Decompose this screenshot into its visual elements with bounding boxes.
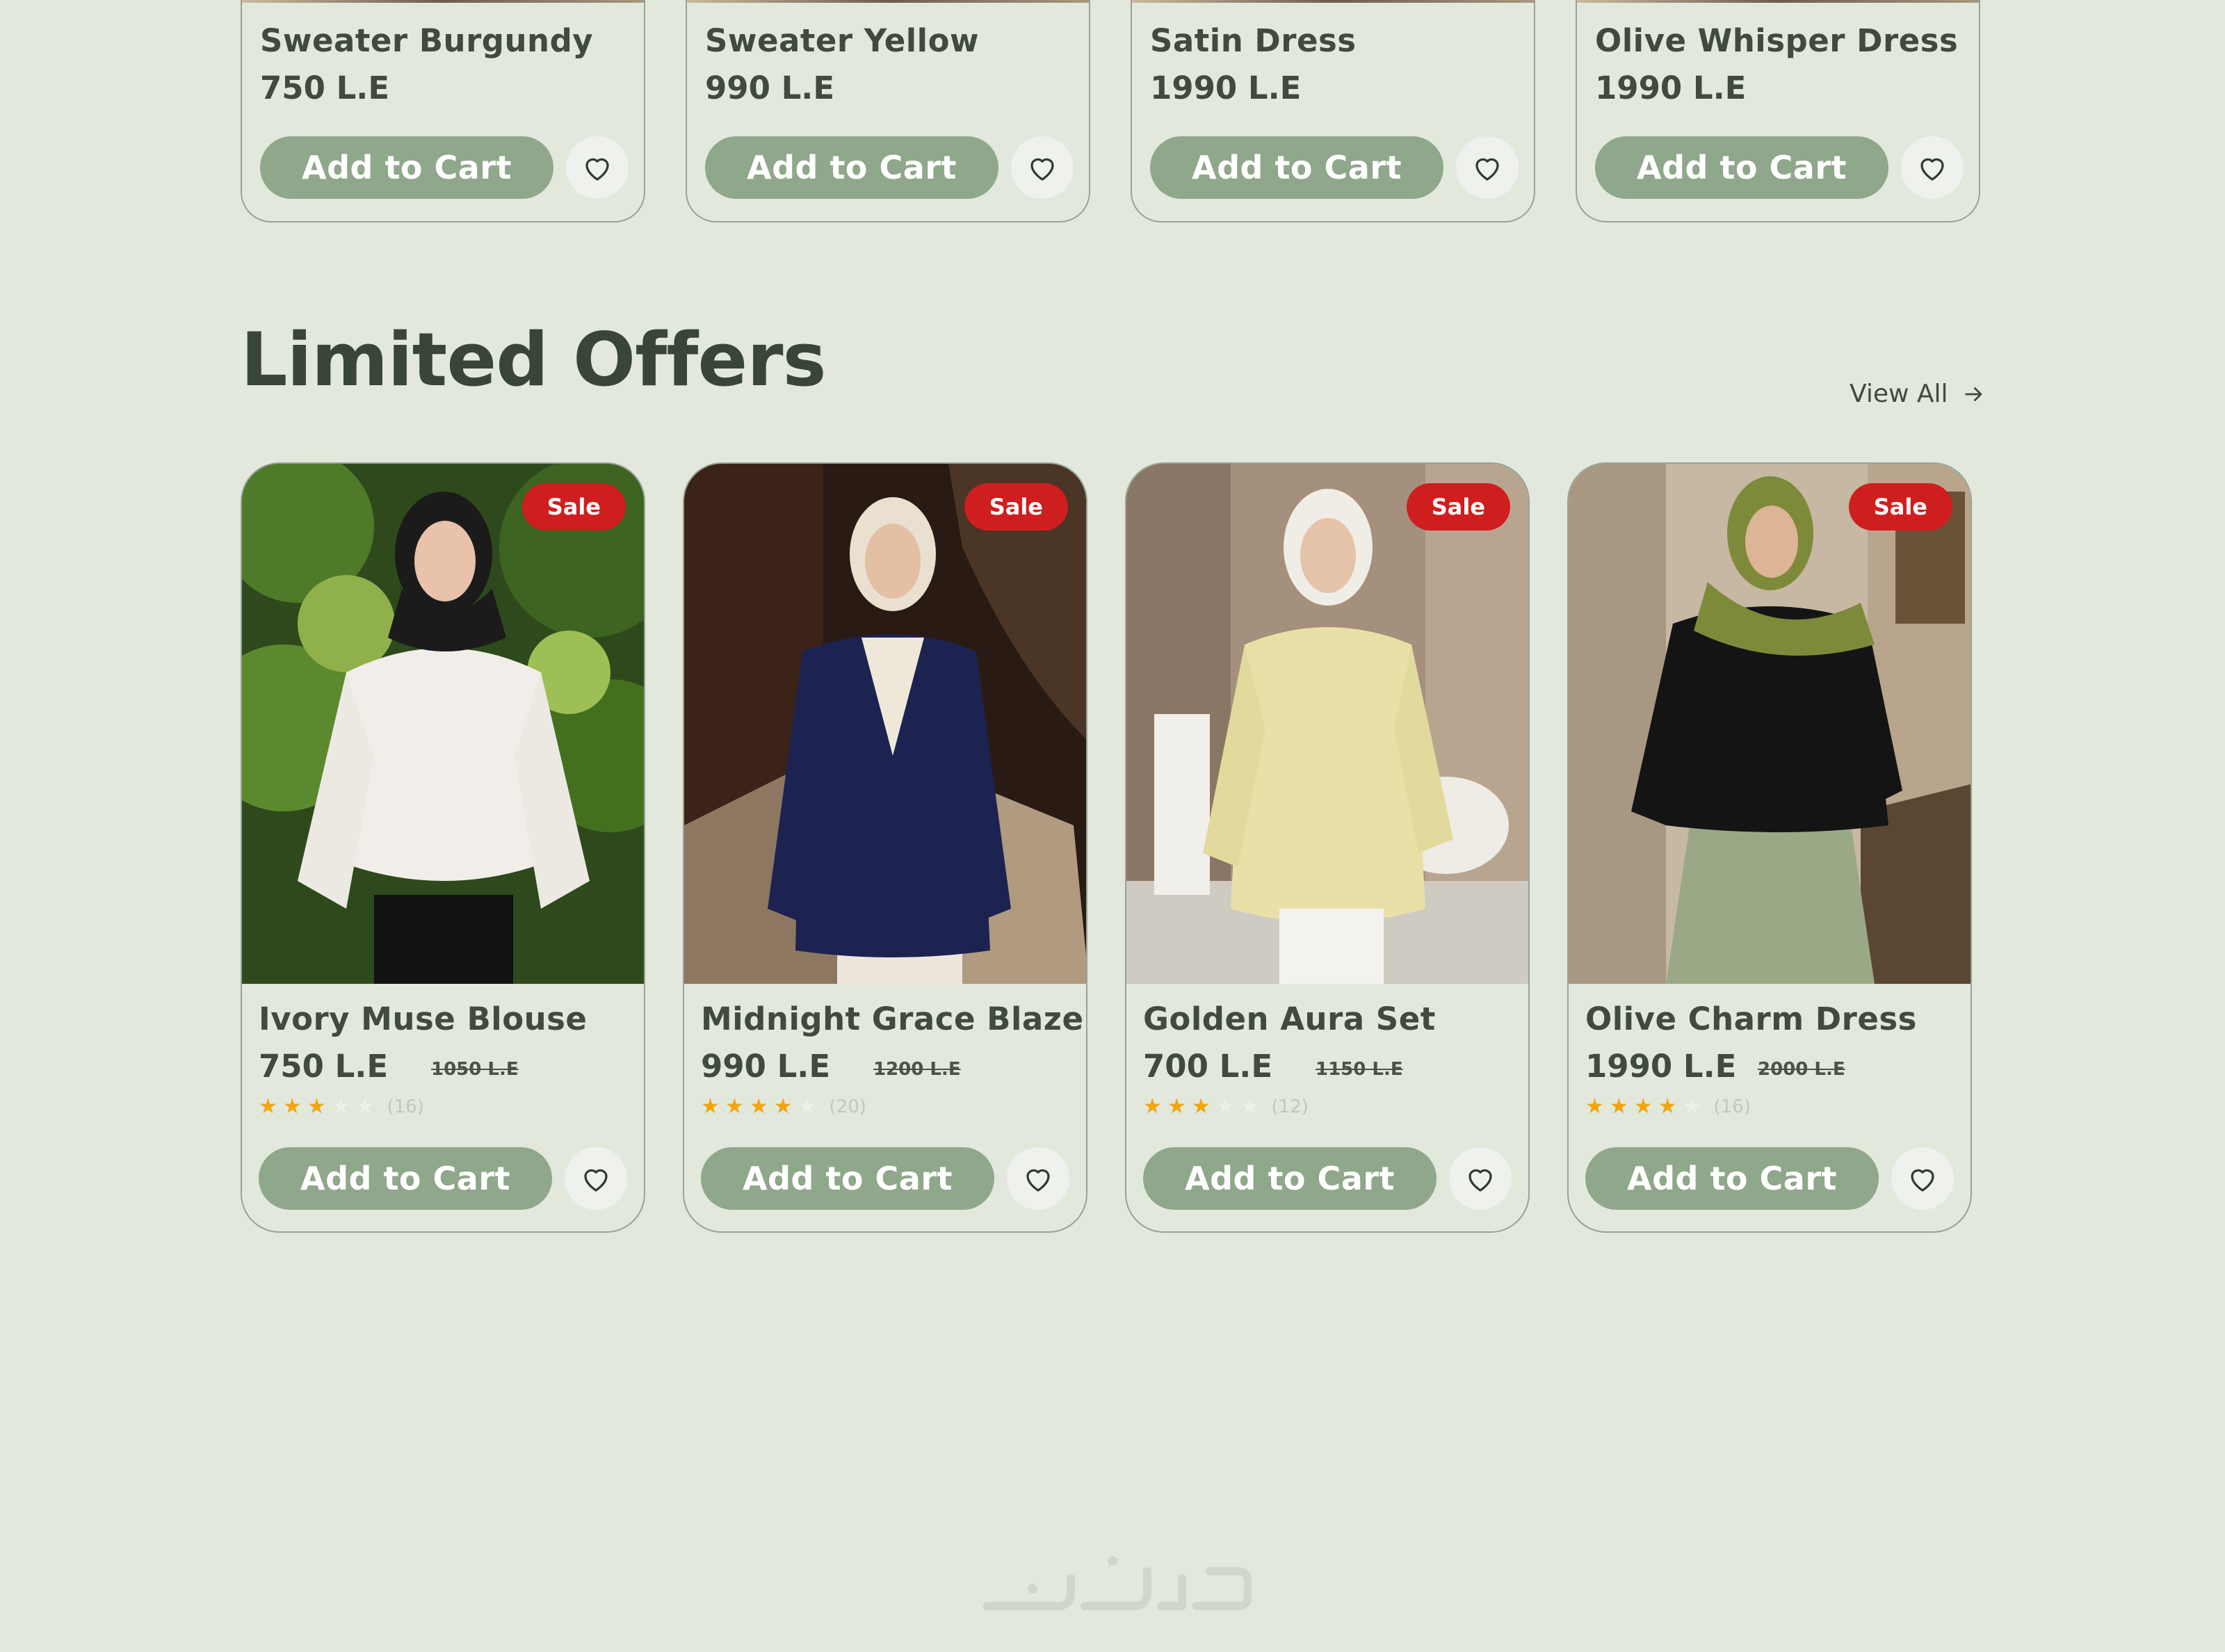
wishlist-button[interactable] (1007, 1147, 1069, 1210)
star-icon: ★ (1215, 1094, 1235, 1119)
product-image[interactable]: Sale (242, 464, 644, 984)
review-count: (16) (387, 1096, 424, 1117)
heart-icon (1475, 158, 1499, 181)
review-count: (20) (829, 1096, 866, 1117)
star-icon: ★ (1143, 1094, 1162, 1119)
add-to-cart-button[interactable]: Add to Cart (701, 1147, 994, 1210)
offer-product-card[interactable]: Sale Midnight Grace Blazer 990 L.E 1200 … (683, 462, 1087, 1233)
heart-icon (1030, 158, 1054, 181)
old-price: 1050 L.E (431, 1059, 519, 1080)
star-icon: ★ (1191, 1094, 1211, 1119)
product-card[interactable]: Olive Whisper Dress 1990 L.E Add to Cart (1576, 0, 1980, 222)
product-image-edge (242, 0, 644, 3)
heart-icon (1920, 158, 1944, 181)
heart-icon (584, 1169, 608, 1192)
product-name: Ivory Muse Blouse (259, 1001, 588, 1037)
add-to-cart-button[interactable]: Add to Cart (1595, 136, 1888, 199)
star-icon: ★ (1682, 1094, 1701, 1119)
offer-product-card[interactable]: Sale Ivory Muse Blouse 750 L.E 1050 L.E … (241, 462, 645, 1233)
product-price: 1990 L.E (1150, 70, 1302, 106)
offer-product-card[interactable]: Sale Olive Charm Dress 1990 L.E 2000 L.E… (1567, 462, 1972, 1233)
view-all-link[interactable]: View All (1850, 380, 1986, 408)
product-image[interactable]: Sale (684, 464, 1086, 984)
sale-badge: Sale (964, 483, 1068, 531)
star-icon: ★ (1633, 1094, 1653, 1119)
wishlist-button[interactable] (1011, 136, 1074, 199)
star-icon: ★ (1585, 1094, 1604, 1119)
product-image[interactable]: Sale (1126, 464, 1528, 984)
add-to-cart-button[interactable]: Add to Cart (1585, 1147, 1879, 1210)
star-icon: ★ (1658, 1094, 1677, 1119)
product-image-edge (1577, 0, 1979, 3)
product-price: 1990 L.E (1585, 1048, 1737, 1085)
star-icon: ★ (1240, 1094, 1259, 1119)
add-to-cart-button[interactable]: Add to Cart (1143, 1147, 1437, 1210)
star-icon: ★ (282, 1094, 302, 1119)
footer-logo (983, 1556, 1252, 1610)
wishlist-button[interactable] (1901, 136, 1964, 199)
product-card[interactable]: Sweater Burgundy 750 L.E Add to Cart (241, 0, 645, 222)
product-name: Sweater Yellow (705, 22, 980, 59)
product-name: Olive Charm Dress (1585, 1001, 1917, 1037)
star-icon: ★ (307, 1094, 326, 1119)
add-to-cart-button[interactable]: Add to Cart (1150, 136, 1443, 199)
product-card[interactable]: Sweater Yellow 990 L.E Add to Cart (686, 0, 1090, 222)
star-icon: ★ (749, 1094, 768, 1119)
wishlist-button[interactable] (1456, 136, 1519, 199)
star-icon: ★ (259, 1094, 277, 1119)
product-price: 990 L.E (701, 1048, 831, 1085)
star-icon: ★ (725, 1094, 744, 1119)
product-price: 1990 L.E (1595, 70, 1747, 106)
sale-badge: Sale (521, 483, 626, 531)
product-price: 750 L.E (259, 1048, 389, 1085)
star-icon: ★ (1167, 1094, 1186, 1119)
product-image-edge (1132, 0, 1534, 3)
heart-icon (1468, 1169, 1492, 1192)
rating-stars: ★ ★ ★ ★ ★ (20) (701, 1094, 866, 1119)
rating-stars: ★ ★ ★ ★ ★ (12) (1143, 1094, 1309, 1119)
review-count: (12) (1271, 1096, 1309, 1117)
product-price: 700 L.E (1143, 1048, 1273, 1085)
star-icon: ★ (701, 1094, 720, 1119)
old-price: 1200 L.E (873, 1059, 961, 1080)
star-icon: ★ (798, 1094, 817, 1119)
add-to-cart-button[interactable]: Add to Cart (260, 136, 553, 199)
product-name: Olive Whisper Dress (1595, 22, 1959, 59)
add-to-cart-button[interactable]: Add to Cart (705, 136, 998, 199)
review-count: (16) (1713, 1096, 1751, 1117)
product-name: Satin Dress (1150, 22, 1357, 59)
star-icon: ★ (355, 1094, 375, 1119)
star-icon: ★ (773, 1094, 793, 1119)
wishlist-button[interactable] (1449, 1147, 1512, 1210)
old-price: 2000 L.E (1758, 1059, 1845, 1080)
product-name: Midnight Grace Blazer (701, 1001, 1087, 1037)
add-to-cart-button[interactable]: Add to Cart (259, 1147, 552, 1210)
product-card[interactable]: Satin Dress 1990 L.E Add to Cart (1131, 0, 1535, 222)
star-icon: ★ (331, 1094, 350, 1119)
wishlist-button[interactable] (1891, 1147, 1954, 1210)
product-image-edge (687, 0, 1089, 3)
arrow-right-icon (1964, 387, 1982, 401)
heart-icon (1026, 1169, 1050, 1192)
star-icon: ★ (1609, 1094, 1628, 1119)
rating-stars: ★ ★ ★ ★ ★ (16) (259, 1094, 424, 1119)
view-all-label: View All (1850, 380, 1948, 408)
sale-badge: Sale (1406, 483, 1510, 531)
product-name: Sweater Burgundy (260, 22, 594, 59)
product-listing-page: Sweater Burgundy 750 L.E Add to Cart Swe… (0, 0, 2225, 1652)
sale-badge: Sale (1848, 483, 1952, 531)
heart-icon (585, 158, 609, 181)
offer-product-card[interactable]: Sale Golden Aura Set 700 L.E 1150 L.E ★ … (1125, 462, 1530, 1233)
old-price: 1150 L.E (1316, 1059, 1403, 1080)
wishlist-button[interactable] (565, 1147, 627, 1210)
heart-icon (1911, 1169, 1934, 1192)
section-title: Limited Offers (241, 317, 827, 403)
rating-stars: ★ ★ ★ ★ ★ (16) (1585, 1094, 1751, 1119)
product-price: 750 L.E (260, 70, 390, 106)
product-name: Golden Aura Set (1143, 1001, 1436, 1037)
product-image[interactable]: Sale (1569, 464, 1971, 984)
product-price: 990 L.E (705, 70, 835, 106)
wishlist-button[interactable] (566, 136, 629, 199)
